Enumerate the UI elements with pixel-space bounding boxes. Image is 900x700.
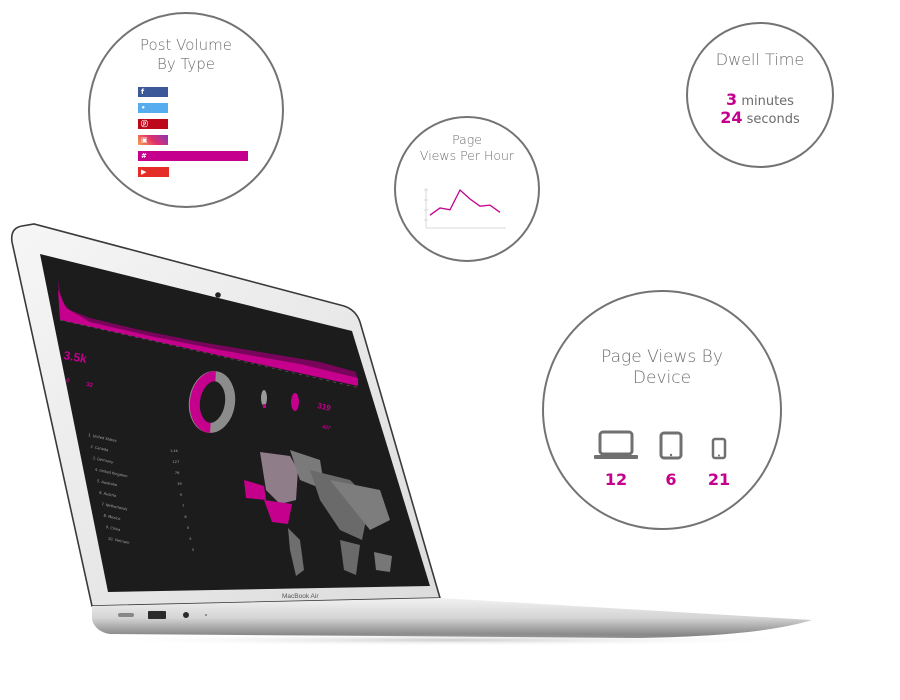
seconds-value: 24 (720, 108, 743, 127)
post-volume-bar-pinterest: ⓟ (138, 119, 168, 129)
screen-country-value: 76 (175, 471, 180, 475)
headphone-port-icon (183, 612, 189, 618)
laptop-shadow (90, 634, 810, 646)
screen-country-value: 3 (192, 548, 194, 552)
hashtag-icon: # (141, 152, 147, 160)
post-volume-bar-twitter: • (138, 103, 168, 113)
youtube-icon: ▶ (141, 168, 147, 176)
screen-country-value: 1.4k (170, 449, 179, 453)
title-line-1: Post Volume (140, 36, 232, 54)
screen-country-value: 39 (177, 482, 182, 486)
dwell-minutes: 3 minutes (688, 90, 832, 109)
brand-label: MacBook Air (282, 593, 319, 600)
laptop-base (92, 598, 812, 638)
dwell-time-title: Dwell Time (715, 50, 805, 69)
title-line-1: Page (452, 132, 482, 147)
minutes-value: 3 (726, 90, 738, 109)
camera-icon (215, 292, 221, 298)
pinterest-icon: ⓟ (141, 120, 148, 128)
laptop-screen (40, 254, 430, 592)
screen-country-value: 5 (187, 526, 189, 530)
post-volume-bar-instagram: ▣ (138, 135, 168, 145)
title-line-2: By Type (157, 54, 215, 73)
mic-icon (205, 614, 207, 616)
screen-male-figure (261, 390, 267, 406)
post-volume-bar-hashtag: # (138, 151, 248, 161)
magsafe-port-icon (118, 613, 134, 617)
post-volume-bar-facebook: f (138, 87, 168, 97)
screen-country-value: 127 (172, 460, 179, 464)
post-volume-card: Post Volume By Type f • ⓟ ▣ # ▶ (88, 12, 284, 208)
post-volume-title: Post Volume By Type (90, 36, 282, 74)
title-line-2: Views Per Hour (419, 147, 515, 163)
usb-port-icon (148, 611, 166, 619)
twitter-icon: • (141, 104, 146, 112)
minutes-label: minutes (741, 94, 794, 109)
screen-country-value: 5 (189, 537, 191, 541)
seconds-label: seconds (746, 112, 800, 127)
post-volume-bar-youtube: ▶ (138, 167, 169, 177)
screen-male-figure-fill (263, 404, 266, 408)
post-volume-bars: f • ⓟ ▣ # ▶ (138, 87, 248, 183)
views-per-hour-title: Page Views Per Hour (396, 132, 538, 163)
instagram-icon: ▣ (141, 136, 148, 144)
facebook-icon: f (141, 88, 145, 96)
dwell-time-card: Dwell Time 3 minutes 24 seconds (686, 22, 834, 168)
dwell-seconds: 24 seconds (688, 108, 832, 127)
laptop-mockup: 3.5k 0 32 319 427 1. United States1.4k2.… (10, 223, 812, 646)
screen-female-figure (291, 393, 299, 411)
screen-country-value: 7 (182, 504, 184, 508)
